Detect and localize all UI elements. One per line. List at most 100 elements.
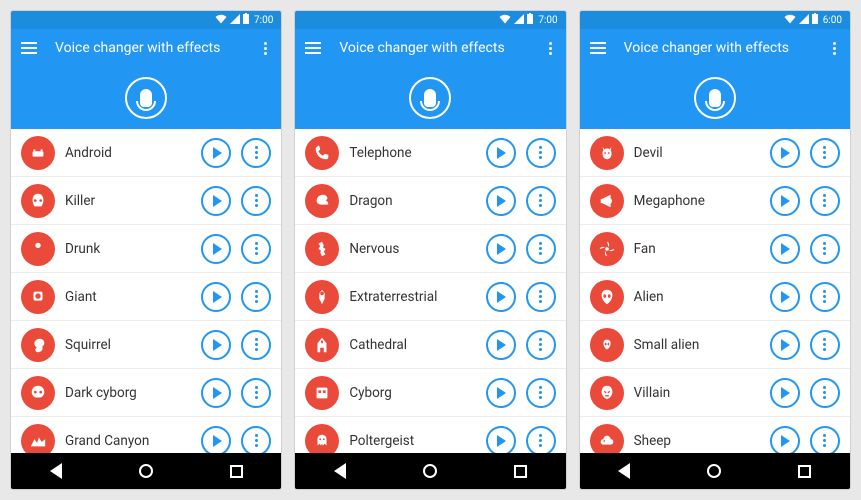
- effect-more-button[interactable]: [810, 282, 840, 312]
- effect-row: Sheep: [580, 417, 850, 453]
- overflow-menu-icon[interactable]: [829, 38, 840, 59]
- effect-more-button[interactable]: [526, 186, 556, 216]
- wifi-icon: [215, 14, 227, 27]
- menu-icon[interactable]: [21, 42, 41, 54]
- play-button[interactable]: [486, 186, 516, 216]
- effect-more-button[interactable]: [526, 234, 556, 264]
- play-button[interactable]: [486, 378, 516, 408]
- app-title: Voice changer with effects: [624, 40, 829, 56]
- effect-row: Extraterrestrial: [295, 273, 565, 321]
- effect-more-button[interactable]: [526, 426, 556, 454]
- effect-row: Dark cyborg: [11, 369, 281, 417]
- app-bar: Voice changer with effects: [295, 29, 565, 67]
- status-bar: 7:00: [11, 11, 281, 29]
- play-button[interactable]: [201, 426, 231, 454]
- effect-more-button[interactable]: [810, 234, 840, 264]
- effect-more-button[interactable]: [810, 378, 840, 408]
- play-button[interactable]: [201, 330, 231, 360]
- play-button[interactable]: [770, 426, 800, 454]
- nav-back-button[interactable]: [50, 463, 62, 479]
- play-button[interactable]: [770, 138, 800, 168]
- nav-home-button[interactable]: [139, 464, 153, 478]
- effect-more-button[interactable]: [241, 186, 271, 216]
- squirrel-icon: [21, 328, 55, 362]
- nav-home-button[interactable]: [423, 464, 437, 478]
- play-button[interactable]: [201, 234, 231, 264]
- effects-list[interactable]: AndroidKillerDrunkGiantSquirrelDark cybo…: [11, 129, 281, 453]
- play-button[interactable]: [770, 282, 800, 312]
- play-button[interactable]: [770, 330, 800, 360]
- play-button[interactable]: [770, 234, 800, 264]
- effect-more-button[interactable]: [241, 138, 271, 168]
- effect-row: Poltergeist: [295, 417, 565, 453]
- effect-row: Devil: [580, 129, 850, 177]
- devil-icon: [590, 136, 624, 170]
- microphone-icon: [709, 89, 721, 107]
- play-button[interactable]: [486, 138, 516, 168]
- effect-label: Telephone: [349, 145, 475, 161]
- nav-back-button[interactable]: [618, 463, 630, 479]
- menu-icon[interactable]: [590, 42, 610, 54]
- play-button[interactable]: [201, 378, 231, 408]
- signal-icon: [514, 14, 524, 27]
- effects-list[interactable]: DevilMegaphoneFanAlienSmall alienVillain…: [580, 129, 850, 453]
- wifi-icon: [499, 14, 511, 27]
- android-nav-bar: [11, 453, 281, 489]
- effect-more-button[interactable]: [526, 282, 556, 312]
- nervous-icon: [305, 232, 339, 266]
- nav-recent-button[interactable]: [230, 465, 243, 478]
- app-title: Voice changer with effects: [55, 40, 260, 56]
- play-button[interactable]: [486, 282, 516, 312]
- play-button[interactable]: [486, 330, 516, 360]
- phone-screen-2: 7:00 Voice changer with effects Telephon…: [294, 10, 566, 490]
- extraterrestrial-icon: [305, 280, 339, 314]
- overflow-menu-icon[interactable]: [545, 38, 556, 59]
- effect-row: Squirrel: [11, 321, 281, 369]
- effect-label: Drunk: [65, 241, 191, 257]
- effect-row: Nervous: [295, 225, 565, 273]
- record-button[interactable]: [125, 77, 167, 119]
- effect-row: Android: [11, 129, 281, 177]
- effect-more-button[interactable]: [810, 138, 840, 168]
- effect-label: Android: [65, 145, 191, 161]
- nav-recent-button[interactable]: [514, 465, 527, 478]
- dragon-icon: [305, 184, 339, 218]
- app-bar: Voice changer with effects: [11, 29, 281, 67]
- play-button[interactable]: [486, 426, 516, 454]
- effect-more-button[interactable]: [526, 138, 556, 168]
- play-button[interactable]: [770, 186, 800, 216]
- record-button[interactable]: [694, 77, 736, 119]
- play-button[interactable]: [486, 234, 516, 264]
- effect-row: Small alien: [580, 321, 850, 369]
- battery-icon: [527, 13, 533, 27]
- effects-list[interactable]: TelephoneDragonNervousExtraterrestrialCa…: [295, 129, 565, 453]
- play-button[interactable]: [201, 186, 231, 216]
- effect-more-button[interactable]: [241, 330, 271, 360]
- effect-more-button[interactable]: [241, 378, 271, 408]
- effect-more-button[interactable]: [526, 330, 556, 360]
- nav-back-button[interactable]: [334, 463, 346, 479]
- effect-label: Grand Canyon: [65, 433, 191, 449]
- effect-row: Megaphone: [580, 177, 850, 225]
- menu-icon[interactable]: [305, 42, 325, 54]
- play-button[interactable]: [201, 282, 231, 312]
- effect-more-button[interactable]: [810, 426, 840, 454]
- effect-more-button[interactable]: [526, 378, 556, 408]
- effect-row: Villain: [580, 369, 850, 417]
- effect-more-button[interactable]: [810, 330, 840, 360]
- overflow-menu-icon[interactable]: [260, 38, 271, 59]
- nav-home-button[interactable]: [707, 464, 721, 478]
- effect-more-button[interactable]: [810, 186, 840, 216]
- play-button[interactable]: [201, 138, 231, 168]
- record-button[interactable]: [409, 77, 451, 119]
- signal-icon: [230, 14, 240, 27]
- play-button[interactable]: [770, 378, 800, 408]
- drunk-icon: [21, 232, 55, 266]
- effect-more-button[interactable]: [241, 426, 271, 454]
- effect-row: Telephone: [295, 129, 565, 177]
- effect-more-button[interactable]: [241, 234, 271, 264]
- effect-more-button[interactable]: [241, 282, 271, 312]
- android-nav-bar: [580, 453, 850, 489]
- nav-recent-button[interactable]: [798, 465, 811, 478]
- poltergeist-icon: [305, 424, 339, 454]
